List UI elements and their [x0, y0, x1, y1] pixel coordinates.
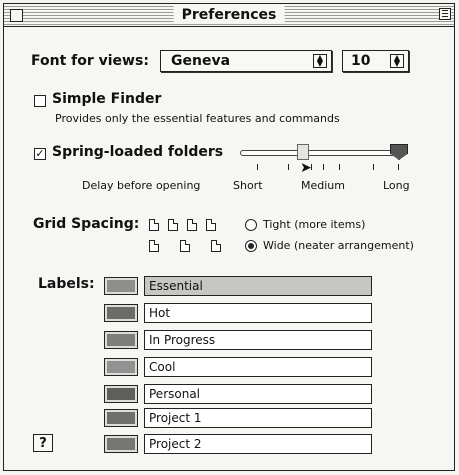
tight-grid-icon: [187, 219, 197, 231]
font-family-value: Geneva: [171, 53, 231, 69]
grid-spacing-label: Grid Spacing:: [33, 216, 140, 232]
wide-grid-icon: [211, 240, 221, 252]
label-name-field[interactable]: Hot: [144, 303, 372, 323]
wide-label: Wide (neater arrangement): [263, 239, 414, 252]
font-size-value: 10: [351, 53, 371, 69]
wide-grid-icon: [149, 240, 159, 252]
simple-finder-description: Provides only the essential features and…: [55, 112, 340, 125]
label-color-swatch[interactable]: [104, 435, 138, 453]
label-name-field[interactable]: Project 2: [144, 434, 372, 454]
font-family-popup[interactable]: Geneva ▲ ▼: [160, 50, 332, 72]
close-box[interactable]: [10, 9, 23, 22]
tight-grid-icon: [168, 219, 178, 231]
delay-slider-track[interactable]: [240, 150, 400, 156]
wide-radio[interactable]: [245, 240, 257, 252]
slider-tick: [257, 164, 258, 170]
font-label: Font for views:: [31, 53, 149, 69]
label-color-swatch[interactable]: [104, 331, 138, 349]
wide-grid-icon: [180, 240, 190, 252]
simple-finder-checkbox[interactable]: [34, 95, 46, 107]
label-name-field[interactable]: Project 1: [144, 408, 372, 428]
label-color-swatch[interactable]: [104, 277, 138, 295]
label-name-field[interactable]: Cool: [144, 357, 372, 377]
label-color-swatch[interactable]: [104, 409, 138, 427]
label-name-field[interactable]: In Progress: [144, 330, 372, 350]
help-button[interactable]: ?: [33, 434, 53, 452]
font-size-popup[interactable]: 10 ▲ ▼: [342, 50, 409, 72]
label-color-swatch[interactable]: [104, 358, 138, 376]
delay-label: Delay before opening: [82, 179, 201, 192]
label-name-field[interactable]: Essential: [144, 276, 372, 296]
slider-tick: [373, 164, 374, 170]
label-color-swatch[interactable]: [104, 304, 138, 322]
slider-thumb-ghost: [297, 144, 309, 160]
labels-heading: Labels:: [38, 276, 95, 292]
slider-tick: [288, 164, 289, 170]
label-name-field[interactable]: Personal: [144, 384, 372, 404]
delay-long-label: Long: [383, 179, 410, 192]
title-bar[interactable]: Preferences: [4, 4, 454, 27]
mouse-pointer-icon: ➤: [300, 160, 312, 176]
tight-radio[interactable]: [245, 219, 257, 231]
delay-medium-label: Medium: [301, 179, 345, 192]
slider-tick: [339, 164, 340, 170]
label-color-swatch[interactable]: [104, 385, 138, 403]
collapse-box[interactable]: [439, 8, 451, 20]
spring-loaded-label: Spring-loaded folders: [52, 144, 224, 160]
size-arrows-icon: ▲ ▼: [390, 54, 404, 68]
window-title: Preferences: [173, 6, 285, 24]
spring-loaded-checkbox[interactable]: ✓: [34, 148, 46, 160]
slider-tick: [323, 164, 324, 170]
tight-grid-icon: [149, 219, 159, 231]
slider-tick: [398, 164, 399, 170]
tight-label: Tight (more items): [263, 218, 366, 231]
tight-grid-icon: [206, 219, 216, 231]
simple-finder-label: Simple Finder: [52, 91, 162, 107]
popup-arrows-icon: ▲ ▼: [313, 54, 327, 68]
delay-short-label: Short: [233, 179, 263, 192]
